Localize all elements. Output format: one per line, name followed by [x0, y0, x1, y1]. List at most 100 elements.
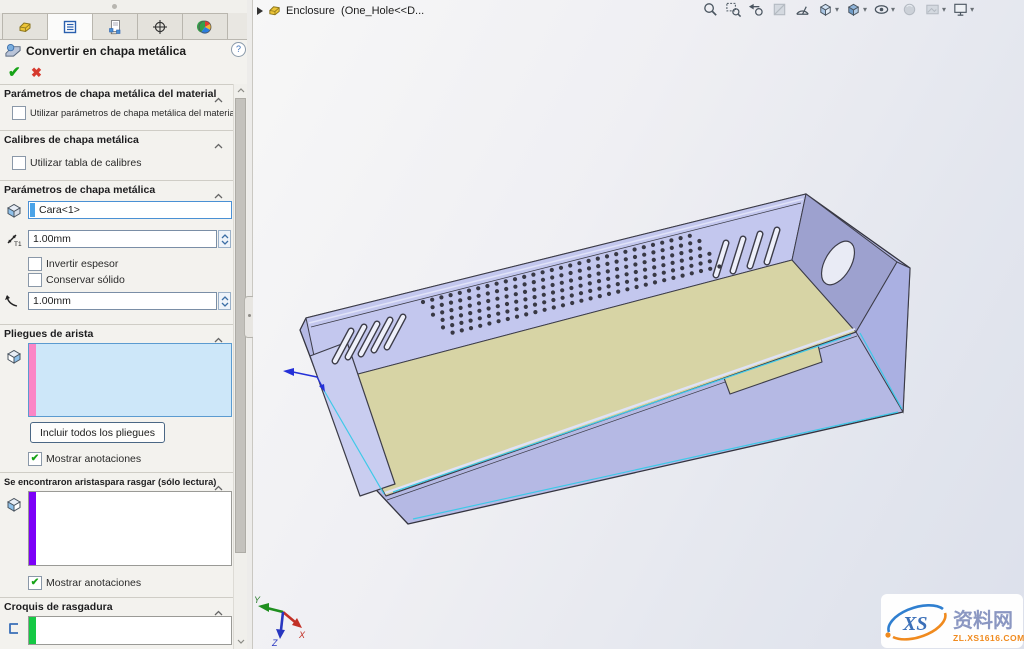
flyout-feature-tree[interactable]: Enclosure (One_Hole<<D...: [257, 3, 424, 18]
view-settings-button[interactable]: ▾: [952, 1, 974, 18]
dropdown-arrow-icon[interactable]: ▾: [835, 6, 839, 14]
show-callouts-checkbox[interactable]: ✔: [28, 576, 42, 590]
property-manager-header: Convertir en chapa metálica ?: [0, 40, 247, 62]
dropdown-arrow-icon[interactable]: ▾: [970, 6, 974, 14]
checkbox-label: Mostrar anotaciones: [46, 577, 141, 589]
use-material-params-checkbox[interactable]: [12, 106, 26, 120]
triad-z-label: Z: [271, 638, 278, 648]
model-canvas[interactable]: Y X Z XS 资料网 ZL.XS1616.COM: [253, 0, 1024, 649]
display-style-icon: [845, 1, 862, 18]
tab-dimxpert-manager[interactable]: [137, 13, 183, 39]
bend-radius-field[interactable]: 1.00mm: [28, 292, 217, 310]
scroll-up-icon[interactable]: [234, 84, 247, 97]
zoom-to-area-button[interactable]: [725, 1, 742, 18]
section-header-sheet-params[interactable]: Parámetros de chapa metálica: [0, 180, 233, 198]
part-name-label: Enclosure (One_Hole<<D...: [286, 5, 424, 17]
previous-view-button[interactable]: [748, 1, 765, 18]
apply-scene-icon: [924, 1, 941, 18]
tree-expand-icon[interactable]: [257, 7, 263, 15]
selection-highlight-strip: [30, 203, 35, 217]
zoom-to-fit-button[interactable]: [702, 1, 719, 18]
collect-all-bends-button[interactable]: Incluir todos los pliegues: [30, 422, 165, 443]
collapse-chevron-icon[interactable]: [214, 136, 223, 154]
section-header-gauges[interactable]: Calibres de chapa metálica: [0, 130, 233, 148]
dropdown-arrow-icon[interactable]: ▾: [942, 6, 946, 14]
cancel-button[interactable]: ✖: [31, 65, 42, 81]
show-callouts-checkbox[interactable]: ✔: [28, 452, 42, 466]
check-icon: ✔: [31, 454, 39, 464]
thickness-field[interactable]: 1.00mm: [28, 230, 217, 248]
apply-scene-button[interactable]: ▾: [924, 1, 946, 18]
rip-sketch-list[interactable]: [28, 616, 232, 645]
section-header-rip-sketches[interactable]: Croquis de rasgadura: [0, 597, 233, 615]
checkbox-use-material-params[interactable]: Utilizar parámetros de chapa metálica de…: [12, 106, 237, 120]
display-style-button[interactable]: ▾: [845, 1, 867, 18]
check-icon: ✔: [31, 578, 39, 588]
watermark-site-name: 资料网: [953, 608, 1013, 632]
rip-edges-list[interactable]: [28, 491, 232, 566]
checkbox-reverse-thickness[interactable]: Invertir espesor: [28, 257, 118, 271]
thickness-icon: T1: [4, 230, 22, 248]
panel-title: Convertir en chapa metálica: [26, 44, 186, 58]
section-header-rip-edges[interactable]: Se encontraron aristaspara rasgar (sólo …: [0, 472, 233, 490]
heads-up-toolbar: ▾ ▾ ▾: [702, 1, 974, 18]
svg-text:T1: T1: [14, 241, 22, 248]
spin-down-icon[interactable]: [221, 302, 229, 307]
spin-up-icon[interactable]: [221, 296, 229, 301]
tab-configuration-manager[interactable]: [92, 13, 138, 39]
hide-show-items-button[interactable]: ▾: [873, 1, 895, 18]
measure-button[interactable]: [794, 1, 811, 18]
section-title: Se encontraron aristaspara rasgar (sólo …: [4, 477, 216, 487]
panel-top-strip: [0, 0, 247, 14]
checkbox-show-callouts-bends[interactable]: ✔ Mostrar anotaciones: [28, 452, 141, 466]
tab-feature-manager[interactable]: [2, 13, 48, 39]
use-gauge-table-checkbox[interactable]: [12, 156, 26, 170]
checkbox-use-gauge-table[interactable]: Utilizar tabla de calibres: [12, 156, 141, 170]
display-manager-icon: [197, 19, 213, 35]
edge-bends-color-bar: [29, 344, 36, 416]
section-header-edge-bends[interactable]: Pliegues de arista: [0, 324, 233, 342]
previous-view-icon: [748, 1, 765, 18]
watermark-site-url: ZL.XS1616.COM: [953, 633, 1024, 643]
bend-radius-spinner[interactable]: [218, 292, 231, 310]
dropdown-arrow-icon[interactable]: ▾: [863, 6, 867, 14]
tab-display-manager[interactable]: [182, 13, 228, 39]
rip-sketch-icon: [5, 620, 23, 638]
ok-cancel-row: ✔ ✖: [0, 61, 233, 85]
accept-button[interactable]: ✔: [8, 63, 21, 81]
thickness-spinner[interactable]: [218, 230, 231, 248]
checkbox-show-callouts-rip[interactable]: ✔ Mostrar anotaciones: [28, 576, 141, 590]
fixed-face-icon: [5, 201, 23, 219]
fixed-face-selection-field[interactable]: Cara<1>: [28, 201, 232, 219]
view-orientation-button[interactable]: ▾: [817, 1, 839, 18]
view-settings-icon: [952, 1, 969, 18]
checkbox-keep-body[interactable]: Conservar sólido: [28, 273, 125, 287]
panel-collapse-handle[interactable]: [112, 4, 117, 9]
watermark-logo-text: XS: [902, 613, 927, 635]
measure-icon: [794, 1, 811, 18]
tab-property-manager[interactable]: [47, 13, 93, 40]
section-view-icon: [771, 1, 788, 18]
property-manager-panel: Convertir en chapa metálica ? ✔ ✖ Paráme…: [0, 0, 248, 649]
bend-radius-value: 1.00mm: [33, 295, 71, 307]
rip-sketch-color-bar: [29, 617, 36, 644]
help-button[interactable]: ?: [231, 42, 246, 57]
spin-down-icon[interactable]: [221, 240, 229, 245]
part-icon: [267, 3, 282, 18]
zoom-to-area-icon: [725, 1, 742, 18]
edit-appearance-icon: [901, 1, 918, 18]
panel-tab-bar: [0, 13, 247, 40]
fixed-face-value: Cara<1>: [39, 204, 80, 216]
panel-scrollbar[interactable]: [233, 84, 247, 649]
section-header-material-params[interactable]: Parámetros de chapa metálica del materia…: [0, 84, 233, 102]
scroll-down-icon[interactable]: [234, 635, 247, 648]
edge-bends-selection-list[interactable]: [28, 343, 232, 417]
edit-appearance-button[interactable]: [901, 1, 918, 18]
dropdown-arrow-icon[interactable]: ▾: [891, 6, 895, 14]
spin-up-icon[interactable]: [221, 234, 229, 239]
graphics-area[interactable]: Y X Z XS 资料网 ZL.XS1616.COM: [253, 0, 1024, 649]
section-view-button[interactable]: [771, 1, 788, 18]
keep-body-checkbox[interactable]: [28, 273, 42, 287]
watermark: XS 资料网 ZL.XS1616.COM: [881, 594, 1024, 648]
reverse-thickness-checkbox[interactable]: [28, 257, 42, 271]
